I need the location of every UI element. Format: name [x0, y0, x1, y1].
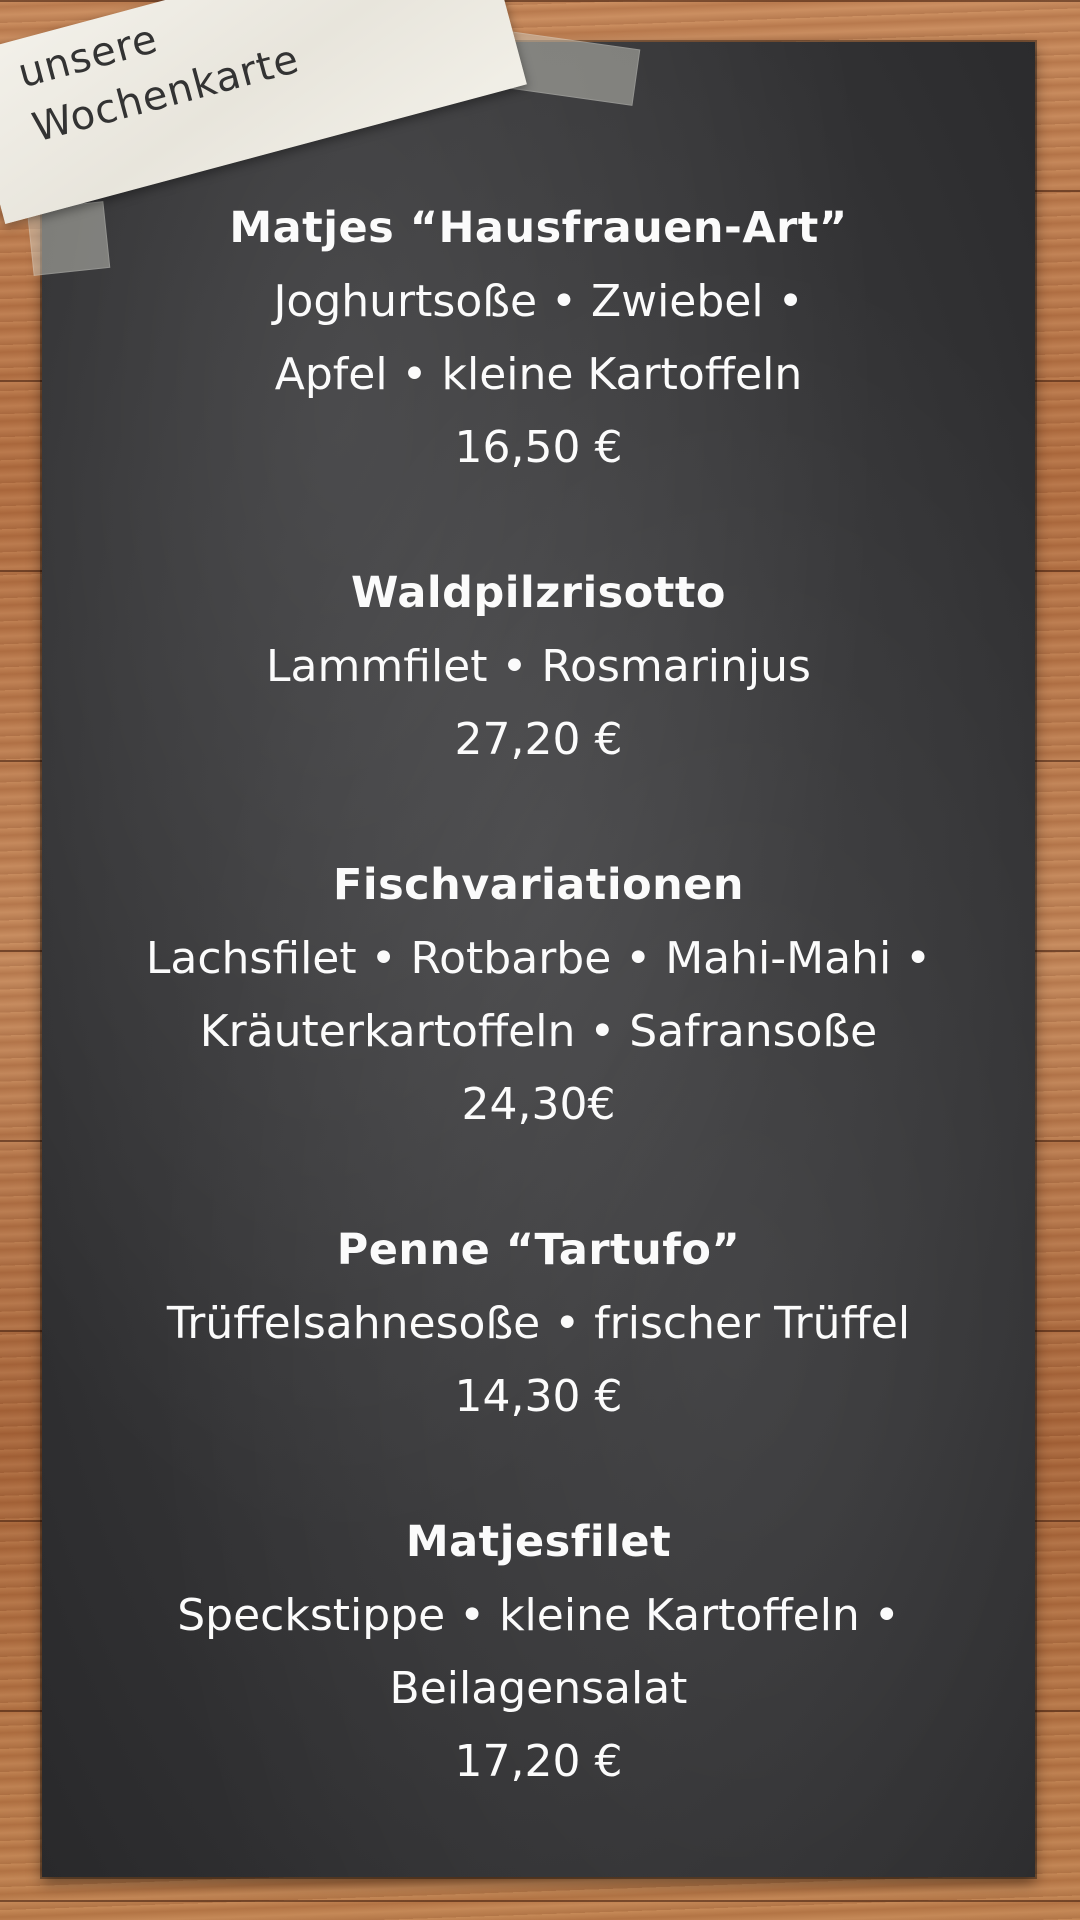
- dish-description: Beilagensalat: [389, 1663, 688, 1714]
- dish-description: Speckstippe • kleine Kartoffeln •: [177, 1590, 900, 1641]
- menu-item: Matjes “Hausfrauen-Art” Joghurtsoße • Zw…: [42, 192, 1035, 484]
- dish-name: Matjesfilet: [405, 1517, 672, 1567]
- dish-price: 17,20 €: [454, 1736, 623, 1787]
- dish-name: Matjes “Hausfrauen-Art”: [229, 203, 848, 253]
- dish-price: 27,20 €: [454, 714, 623, 765]
- dish-description: Lachsfilet • Rotbarbe • Mahi-Mahi •: [145, 933, 932, 984]
- dish-name: Penne “Tartufo”: [336, 1225, 741, 1275]
- dish-price: 16,50 €: [454, 422, 623, 473]
- dish-price: 14,30 €: [454, 1371, 623, 1422]
- menu-list: Matjes “Hausfrauen-Art” Joghurtsoße • Zw…: [42, 192, 1035, 1871]
- menu-item: Fischvariationen Lachsfilet • Rotbarbe •…: [42, 849, 1035, 1141]
- dish-price: 24,30€: [461, 1079, 616, 1130]
- menu-item: Waldpilzrisotto Lammfilet • Rosmarinjus …: [42, 557, 1035, 776]
- dish-description: Joghurtsoße • Zwiebel •: [273, 276, 804, 327]
- dish-description: Trüffelsahnesoße • frischer Trüffel: [166, 1298, 911, 1349]
- dish-description: Apfel • kleine Kartoffeln: [274, 349, 803, 400]
- dish-name: Waldpilzrisotto: [351, 568, 726, 618]
- dish-description: Kräuterkartoffeln • Safransoße: [199, 1006, 878, 1057]
- dish-description: Lammfilet • Rosmarinjus: [266, 641, 811, 692]
- dish-name: Fischvariationen: [332, 860, 745, 910]
- menu-item: Matjesfilet Speckstippe • kleine Kartoff…: [42, 1506, 1035, 1798]
- menu-item: Penne “Tartufo” Trüffelsahnesoße • frisc…: [42, 1214, 1035, 1433]
